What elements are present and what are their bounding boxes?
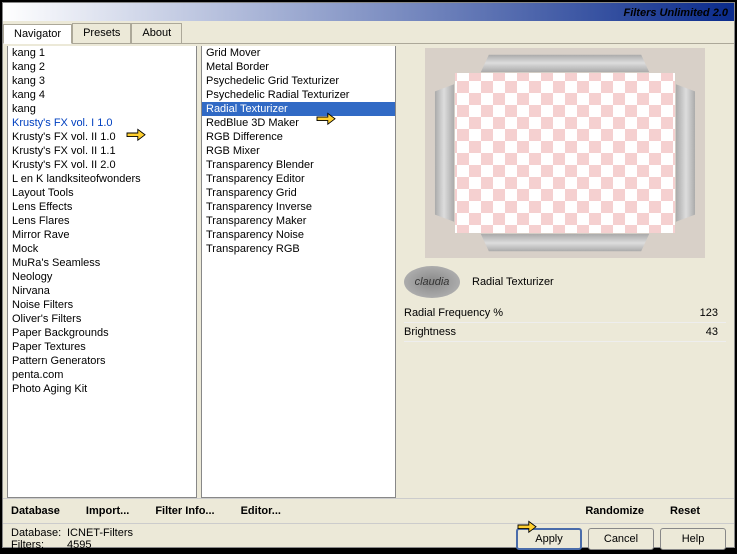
- param-label: Radial Frequency %: [404, 307, 503, 319]
- category-item[interactable]: Paper Backgrounds: [8, 326, 196, 340]
- filter-item[interactable]: Transparency Editor: [202, 172, 395, 186]
- category-item[interactable]: penta.com: [8, 368, 196, 382]
- tab-presets[interactable]: Presets: [72, 23, 131, 43]
- cancel-button[interactable]: Cancel: [588, 528, 654, 550]
- category-item[interactable]: Krusty's FX vol. II 1.0: [8, 130, 196, 144]
- filter-item[interactable]: RGB Difference: [202, 130, 395, 144]
- filter-item[interactable]: Transparency Grid: [202, 186, 395, 200]
- link-button-row: Database Import... Filter Info... Editor...…: [3, 498, 734, 523]
- right-pane: claudia Radial Texturizer Radial Frequen…: [400, 44, 734, 498]
- param-row[interactable]: Radial Frequency % 123: [404, 304, 726, 323]
- link-filterinfo[interactable]: Filter Info...: [155, 505, 214, 517]
- category-item[interactable]: Lens Flares: [8, 214, 196, 228]
- category-item[interactable]: Paper Textures: [8, 340, 196, 354]
- title-bar: Filters Unlimited 2.0: [3, 3, 734, 21]
- filter-item[interactable]: Psychedelic Grid Texturizer: [202, 74, 395, 88]
- category-item[interactable]: Pattern Generators: [8, 354, 196, 368]
- app-title: Filters Unlimited 2.0: [623, 7, 728, 19]
- category-item[interactable]: Nirvana: [8, 284, 196, 298]
- link-import[interactable]: Import...: [86, 505, 129, 517]
- preview-frame-right: [676, 84, 695, 222]
- category-item[interactable]: Noise Filters: [8, 298, 196, 312]
- preview-checker: [455, 73, 675, 233]
- category-item[interactable]: kang 4: [8, 88, 196, 102]
- category-list[interactable]: kang 1kang 2kang 3kang 4kangKrusty's FX …: [7, 46, 197, 498]
- tab-about[interactable]: About: [131, 23, 182, 43]
- filter-item[interactable]: Transparency Noise: [202, 228, 395, 242]
- status-bar: Database:ICNET-Filters Filters:4595 Appl…: [3, 523, 734, 554]
- filter-item[interactable]: Radial Texturizer: [202, 102, 395, 116]
- status-db-label: Database:: [11, 527, 67, 539]
- preview-frame-bottom: [481, 234, 649, 251]
- param-label: Brightness: [404, 326, 456, 338]
- filter-item[interactable]: Transparency Maker: [202, 214, 395, 228]
- filter-item[interactable]: Transparency Blender: [202, 158, 395, 172]
- tab-navigator[interactable]: Navigator: [3, 24, 72, 44]
- param-value: 123: [700, 307, 718, 319]
- category-item[interactable]: Krusty's FX vol. I 1.0: [8, 116, 196, 130]
- link-reset[interactable]: Reset: [670, 505, 700, 517]
- param-row[interactable]: Brightness 43: [404, 323, 726, 342]
- category-item[interactable]: Layout Tools: [8, 186, 196, 200]
- filter-title-row: claudia Radial Texturizer: [404, 266, 726, 298]
- filter-item[interactable]: Metal Border: [202, 60, 395, 74]
- category-item[interactable]: Neology: [8, 270, 196, 284]
- category-item[interactable]: Krusty's FX vol. II 2.0: [8, 158, 196, 172]
- param-value: 43: [706, 326, 718, 338]
- filter-item[interactable]: Grid Mover: [202, 46, 395, 60]
- apply-button[interactable]: Apply: [516, 528, 582, 550]
- filter-item[interactable]: Transparency Inverse: [202, 200, 395, 214]
- logo-text: claudia: [415, 276, 450, 288]
- status-db-value: ICNET-Filters: [67, 527, 133, 539]
- preview-frame-top: [481, 55, 649, 72]
- category-item[interactable]: Lens Effects: [8, 200, 196, 214]
- logo-badge: claudia: [404, 266, 460, 298]
- category-item[interactable]: Mock: [8, 242, 196, 256]
- current-filter-name: Radial Texturizer: [472, 276, 726, 288]
- category-item[interactable]: Photo Aging Kit: [8, 382, 196, 396]
- category-item[interactable]: kang 1: [8, 46, 196, 60]
- category-item[interactable]: kang: [8, 102, 196, 116]
- filter-item[interactable]: Psychedelic Radial Texturizer: [202, 88, 395, 102]
- category-item[interactable]: Krusty's FX vol. II 1.1: [8, 144, 196, 158]
- help-button[interactable]: Help: [660, 528, 726, 550]
- link-randomize[interactable]: Randomize: [585, 505, 644, 517]
- link-editor[interactable]: Editor...: [241, 505, 281, 517]
- main-panel: kang 1kang 2kang 3kang 4kangKrusty's FX …: [3, 44, 734, 498]
- filter-item[interactable]: Transparency RGB: [202, 242, 395, 256]
- parameter-table: Radial Frequency % 123 Brightness 43: [404, 304, 726, 342]
- filter-item[interactable]: RGB Mixer: [202, 144, 395, 158]
- category-item[interactable]: kang 3: [8, 74, 196, 88]
- category-item[interactable]: MuRa's Seamless: [8, 256, 196, 270]
- category-item[interactable]: Mirror Rave: [8, 228, 196, 242]
- tab-strip: NavigatorPresetsAbout: [3, 23, 734, 44]
- category-item[interactable]: Oliver's Filters: [8, 312, 196, 326]
- category-item[interactable]: L en K landksiteofwonders: [8, 172, 196, 186]
- main-window: Filters Unlimited 2.0 NavigatorPresetsAb…: [2, 2, 735, 548]
- preview-area: [425, 48, 705, 258]
- link-database[interactable]: Database: [11, 505, 60, 517]
- status-filters-label: Filters:: [11, 539, 67, 551]
- preview-frame-left: [435, 84, 454, 222]
- filter-item[interactable]: RedBlue 3D Maker: [202, 116, 395, 130]
- filter-list[interactable]: Grid MoverMetal BorderPsychedelic Grid T…: [201, 46, 396, 498]
- spacer: [307, 505, 585, 517]
- category-item[interactable]: kang 2: [8, 60, 196, 74]
- status-filters-value: 4595: [67, 539, 91, 551]
